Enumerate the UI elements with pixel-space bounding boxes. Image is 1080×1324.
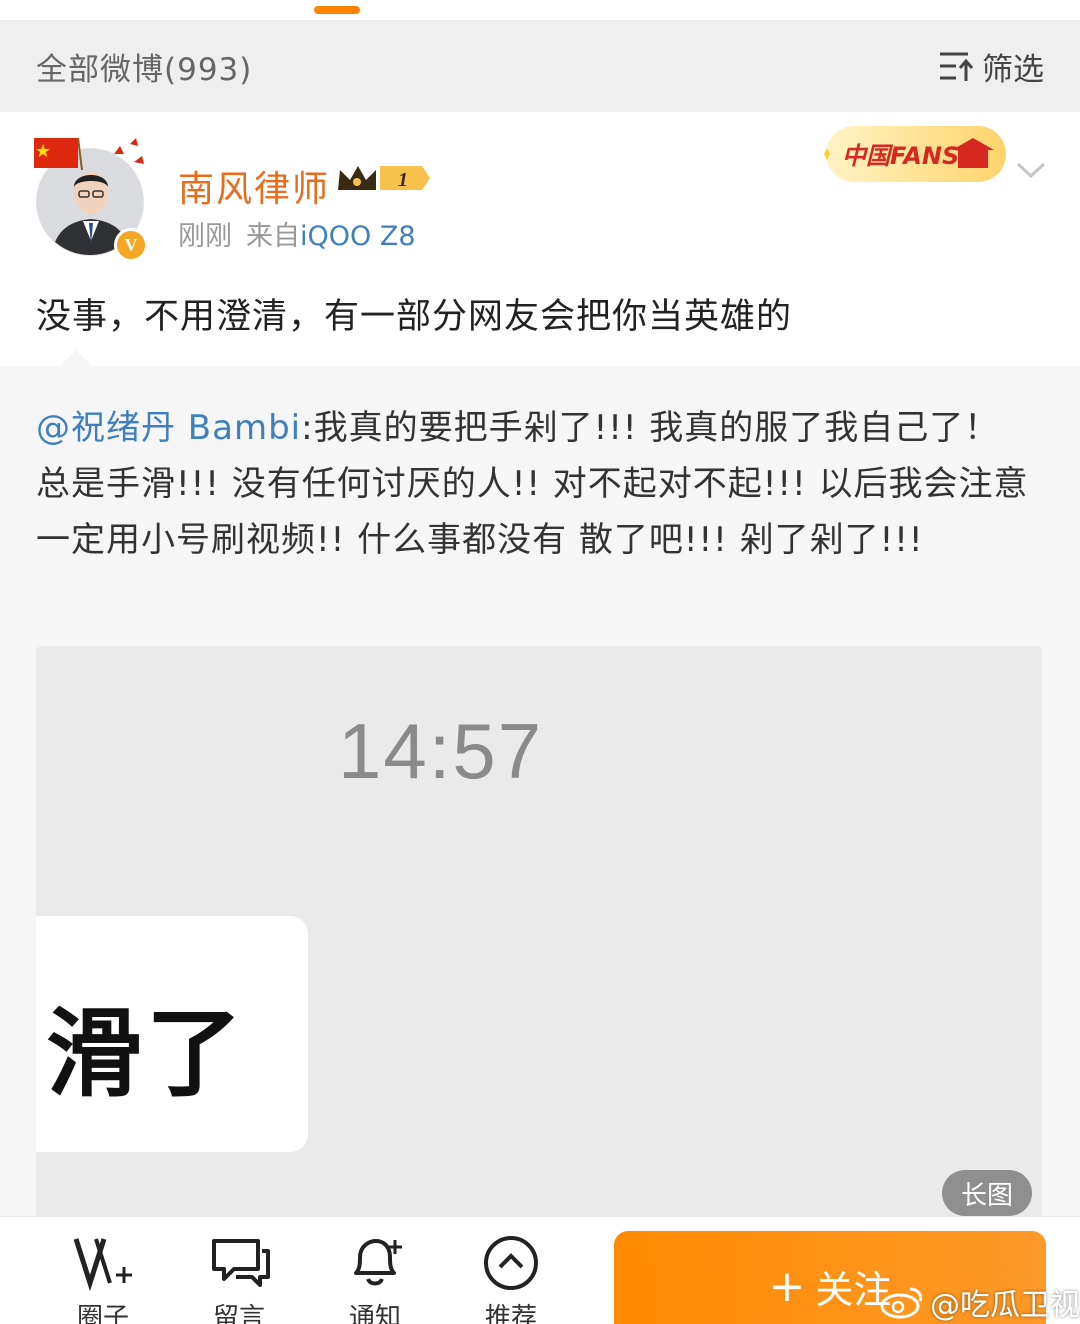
nav-recommend[interactable]: 推荐 bbox=[456, 1233, 566, 1324]
filter-label: 筛选 bbox=[982, 51, 1044, 88]
source-device[interactable]: iQOO Z8 bbox=[300, 221, 416, 252]
bell-plus-icon bbox=[354, 1239, 402, 1286]
long-image-badge[interactable]: 长图 bbox=[942, 1170, 1032, 1216]
chat-icon bbox=[212, 1239, 270, 1287]
vip-level: 1 bbox=[398, 169, 408, 191]
top-drag-indicator bbox=[314, 6, 360, 14]
watermark: @吃瓜卫视 bbox=[880, 1280, 1080, 1324]
vip-crown-icon: 1 bbox=[338, 166, 430, 191]
post-meta: 刚刚 来自iQOO Z8 bbox=[178, 214, 416, 253]
v-plus-icon bbox=[73, 1238, 132, 1292]
filter-button[interactable]: 筛选 bbox=[938, 44, 1044, 89]
china-fans-badge-icon: 中国FANS bbox=[824, 126, 1006, 182]
china-flag-icon bbox=[34, 137, 83, 170]
source-prefix: 来自 bbox=[246, 221, 300, 252]
image-bubble-text: 滑了 bbox=[46, 998, 246, 1110]
nav-message[interactable]: 留言 bbox=[184, 1233, 294, 1324]
post-time: 刚刚 bbox=[178, 221, 232, 252]
post-card: V 南风律师 1 刚刚 来自iQOO Z8 中国FANS 没事，不用澄清，有一部分… bbox=[0, 112, 1080, 366]
reposted-content[interactable]: @祝绪丹 Bambi:我真的要把手剁了!!! 我真的服了我自己了！ 总是手滑!!… bbox=[0, 350, 1080, 1226]
image-chat-bubble: 滑了 bbox=[36, 916, 308, 1152]
nav-circle[interactable]: 圈子 bbox=[48, 1233, 158, 1324]
filter-icon bbox=[940, 52, 974, 81]
nav-message-label: 留言 bbox=[212, 1303, 265, 1324]
user-name[interactable]: 南风律师 bbox=[178, 160, 330, 212]
repost-text: @祝绪丹 Bambi:我真的要把手剁了!!! 我真的服了我自己了！ 总是手滑!!… bbox=[36, 400, 1036, 568]
mention-link[interactable]: @祝绪丹 Bambi bbox=[36, 408, 301, 448]
watermark-text: @吃瓜卫视 bbox=[930, 1288, 1080, 1323]
weibo-logo-icon bbox=[880, 1287, 922, 1319]
post-text: 没事，不用澄清，有一部分网友会把你当英雄的 bbox=[36, 297, 793, 337]
plus-icon: + bbox=[768, 1260, 806, 1312]
all-posts-count: (993) bbox=[164, 51, 253, 88]
sparkle-decoration-icon bbox=[114, 138, 144, 164]
all-posts-label: 全部微博 bbox=[36, 51, 164, 88]
verified-badge: V bbox=[114, 228, 148, 262]
nav-recommend-label: 推荐 bbox=[484, 1303, 537, 1324]
fans-badge-text: 中国FANS bbox=[842, 142, 959, 170]
image-time-text: 14:57 bbox=[338, 707, 544, 795]
nav-notify[interactable]: 通知 bbox=[320, 1233, 430, 1324]
repost-image[interactable]: 14:57 滑了 长图 bbox=[36, 646, 1042, 1226]
chevron-up-circle-icon bbox=[484, 1236, 538, 1290]
chevron-down-icon[interactable] bbox=[1014, 158, 1048, 182]
nav-notify-label: 通知 bbox=[348, 1303, 401, 1324]
filter-bar: 全部微博(993) 筛选 bbox=[0, 20, 1080, 112]
repost-arrow bbox=[60, 350, 92, 366]
nav-circle-label: 圈子 bbox=[76, 1303, 129, 1324]
all-posts-title: 全部微博(993) bbox=[36, 44, 252, 89]
